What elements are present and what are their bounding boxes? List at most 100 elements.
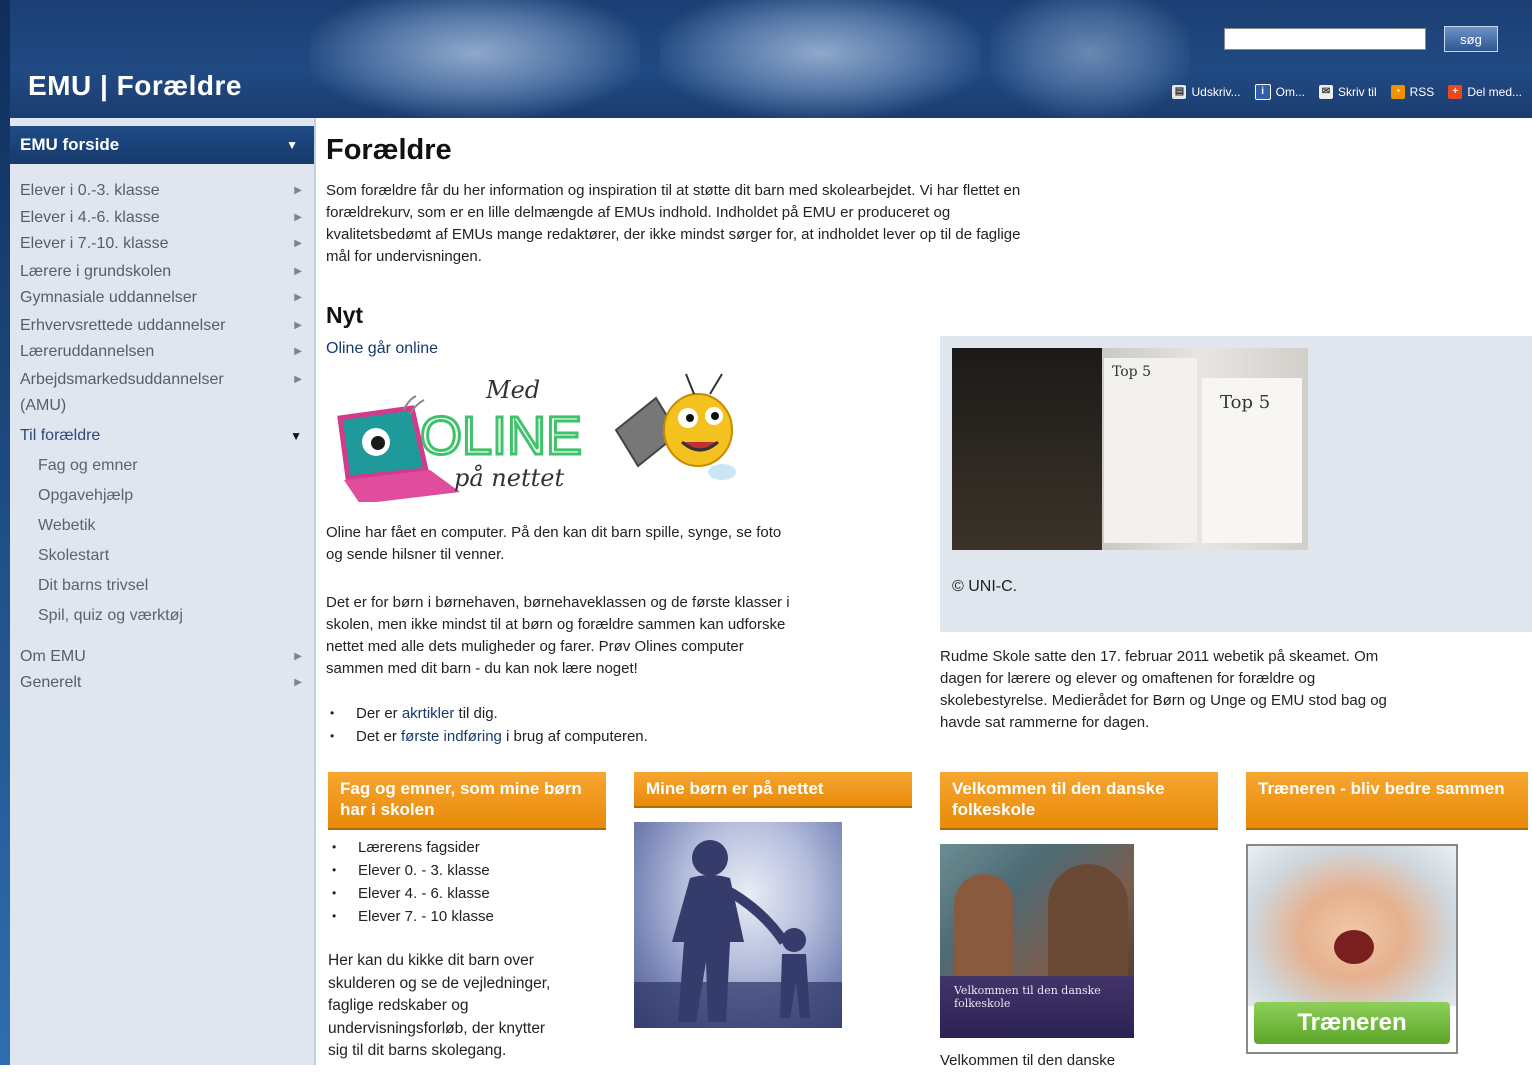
print-link[interactable]: ▤ Udskriv... [1172,85,1241,99]
photo-sign-text: Top 5 [1112,364,1151,380]
chevron-right-icon: ▶ [294,292,302,303]
sidebar-item-elever-0-3[interactable]: Elever i 0.-3. klasse ▶ [20,178,302,204]
photo-credit: © UNI-C. [952,578,1018,595]
sidebar-item-gymnasiale[interactable]: Gymnasiale uddannelser ▶ [20,285,302,311]
paragraph-line: havde sat rammerne for dagen. [940,714,1150,731]
oline-bullet-list: Der er akrtikler til dig. Det er første … [326,702,648,748]
caret-down-icon: ▼ [286,138,298,152]
intro-line: forældrekurv, som er en lille delmængde … [326,204,951,221]
featured-photo-box: Top 5 Top 5 © UNI-C. [940,336,1532,632]
sidebar-item-om-emu[interactable]: Om EMU ▶ [20,644,302,670]
webetik-paragraph: Rudme Skole satte den 17. februar 2011 w… [940,646,1532,734]
photo-sign-right: Top 5 [1202,378,1302,543]
sidebar-subitem-trivsel[interactable]: Dit barns trivsel [38,573,320,599]
paragraph-line: skolebestyrelse. Medierådet for Børn og … [940,692,1387,709]
sidebar-item-label: Elever i 0.-3. klasse [20,182,160,199]
photo-sign-text: Top 5 [1220,392,1271,413]
intro-text: Som forældre får du her information og i… [326,180,1226,268]
list-item[interactable]: Elever 7. - 10 klasse [332,905,494,928]
silhouette-graphic [634,840,842,1028]
sidebar-subitem-webetik[interactable]: Webetik [38,513,320,539]
sidebar-item-generelt[interactable]: Generelt ▶ [20,670,302,696]
photo-child [954,874,1014,984]
chevron-right-icon: ▶ [294,185,302,196]
paragraph-line: Rudme Skole satte den 17. februar 2011 w… [940,648,1379,665]
list-item: Det er første indføring i brug af comput… [330,725,648,748]
oline-logo-graphic: Med OLINE på nettet [326,368,760,504]
paragraph-line: nettet med alle dets muligheder og farer… [326,638,744,655]
sidebar-home-link[interactable]: EMU forside ▼ [10,126,314,164]
oline-logo[interactable]: Med OLINE på nettet [326,368,760,504]
sidebar-item-laereruddannelsen[interactable]: Læreruddannelsen ▶ [20,339,302,365]
sidebar-item-label: Generelt [20,674,82,691]
articles-link[interactable]: akrtikler [402,705,455,722]
box-fag-og-emner-header[interactable]: Fag og emner, som mine børn har i skolen [328,772,606,830]
oline-paragraph-2: Det er for børn i børnehaven, børnehavek… [326,592,926,680]
search-button[interactable]: søg [1444,26,1498,52]
paragraph-line: Det er for børn i børnehaven, børnehavek… [326,594,790,611]
photo-person [952,348,1102,550]
box-traeneren-header[interactable]: Træneren - bliv bedre sammen [1246,772,1528,830]
paragraph-line: sig til dit barns skolegang. [328,1042,507,1059]
rss-link[interactable]: ◔ RSS [1390,85,1434,99]
traeneren-image[interactable]: Træneren [1246,844,1458,1054]
intro-guide-link[interactable]: første indføring [401,728,502,745]
folkeskole-image[interactable]: Velkommen til den danske folkeskole [940,844,1134,1038]
sidebar-item-label: Lærere i grundskolen [20,263,172,280]
box1-paragraph: Her kan du kikke dit barn over skulderen… [328,950,618,1063]
family-silhouette-image[interactable] [634,822,842,1028]
news-heading: Nyt [326,302,364,328]
sidebar-subitem-fag[interactable]: Fag og emner [38,453,320,479]
news-link[interactable]: Oline går online [326,338,438,360]
oline-paragraph-1: Oline har fået en computer. På den kan d… [326,522,926,566]
share-label: Del med... [1467,85,1522,99]
chevron-right-icon: ▶ [294,677,302,688]
list-item[interactable]: Lærerens fagsider [332,836,494,859]
sidebar-item-elever-7-10[interactable]: Elever i 7.-10. klasse ▶ [20,231,302,257]
sidebar-item-label: Læreruddannelsen [20,343,155,360]
sidebar-item-elever-4-6[interactable]: Elever i 4.-6. klasse ▶ [20,205,302,231]
print-label: Udskriv... [1191,85,1241,99]
photo-mouth [1334,930,1374,964]
sidebar-item-label: Gymnasiale uddannelser [20,289,197,306]
photo-face [1248,846,1456,1006]
chevron-right-icon: ▶ [294,346,302,357]
sidebar-subitem-skolestart[interactable]: Skolestart [38,543,320,569]
sidebar-item-erhverv[interactable]: Erhvervsrettede uddannelser ▶ [20,313,302,339]
chevron-right-icon: ▶ [294,266,302,277]
toolbar: ▤ Udskriv... i Om... ✉ Skriv til ◔ RSS +… [1172,84,1522,100]
list-item: Der er akrtikler til dig. [330,702,648,725]
logo-text-main: OLINE [420,406,582,466]
list-item[interactable]: Elever 4. - 6. klasse [332,882,494,905]
paragraph-line: sammen med dit barn - du kan nok lære no… [326,660,638,677]
paragraph-line: dagen for lærere og elever og omaftenen … [940,670,1316,687]
share-link[interactable]: + Del med... [1448,85,1522,99]
sidebar-subitem-opgavehjaelp[interactable]: Opgavehjælp [38,483,320,509]
sidebar-subitem-spil[interactable]: Spil, quiz og værktøj [38,603,320,629]
sidebar-item-laerere[interactable]: Lærere i grundskolen ▶ [20,259,302,285]
box-folkeskole-header[interactable]: Velkommen til den danske folkeskole [940,772,1218,830]
box-mine-boern-header[interactable]: Mine børn er på nettet [634,772,912,808]
search-input[interactable] [1224,28,1426,50]
sidebar-item-label: Arbejdsmarkedsuddannelser [20,371,224,388]
header-photo-left [310,0,640,118]
paragraph-line: og sende hilsner til venner. [326,546,505,563]
paragraph-line: faglige redskaber og [328,997,469,1014]
main-content: Forældre Som forældre får du her informa… [326,118,1532,1069]
sidebar-item-label: Om EMU [20,648,86,665]
about-link[interactable]: i Om... [1254,84,1305,100]
caret-down-icon: ▼ [290,429,302,443]
traeneren-label: Træneren [1254,1002,1450,1044]
list-item[interactable]: Elever 0. - 3. klasse [332,859,494,882]
site-title[interactable]: EMU | Forældre [28,70,242,102]
featured-photo[interactable]: Top 5 Top 5 [952,348,1308,550]
logo-text-top: Med [485,376,540,404]
sidebar-item-amu[interactable]: Arbejdsmarkedsuddannelser ▶ (AMU) [20,367,302,419]
site-header: EMU | Forældre søg ▤ Udskriv... i Om... … [0,0,1532,118]
intro-line: Som forældre får du her information og i… [326,182,1021,199]
bullet-text: i brug af computeren. [501,728,648,745]
paragraph-line: Her kan du kikke dit barn over [328,952,534,969]
intro-line: mål for undervisningen. [326,248,482,265]
sidebar-item-til-foraeldre[interactable]: Til forældre ▼ [20,423,302,449]
write-link[interactable]: ✉ Skriv til [1318,85,1377,99]
